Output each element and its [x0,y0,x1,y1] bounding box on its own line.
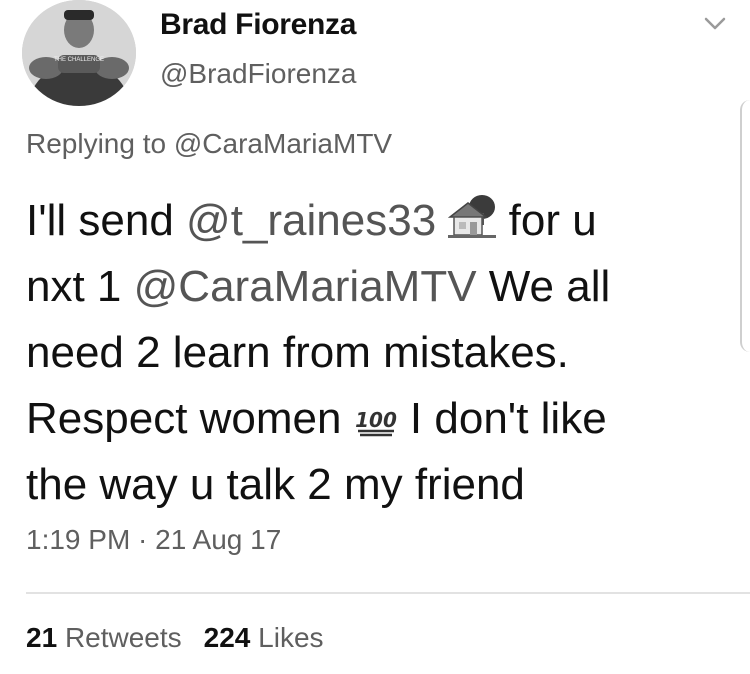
likes-stat[interactable]: 224 Likes [204,622,324,653]
house-with-garden-icon [448,195,497,238]
chevron-down-icon[interactable] [700,12,730,36]
mention-link[interactable]: @t_raines33 [186,196,436,245]
replying-to-label: Replying to [26,128,167,159]
tweet-timestamp[interactable]: 1:19 PM · 21 Aug 17 [26,524,281,556]
avatar-shirt-text: THE CHALLENGE [54,57,104,63]
tweet-line-2: nxt 1 @CaraMariaMTV We all [26,254,726,320]
scroll-edge [740,100,750,352]
mention-link[interactable]: @CaraMariaMTV [134,262,477,311]
reply-mention-link[interactable]: @CaraMariaMTV [174,128,392,159]
tweet-text-segment: for u [496,196,597,245]
likes-count: 224 [203,622,251,653]
hundred-points-icon: 100 [355,408,397,437]
divider [26,592,750,594]
user-handle[interactable]: @BradFiorenza [160,58,357,90]
avatar-photo: THE CHALLENGE [22,0,136,106]
retweets-label: Retweets [64,622,182,653]
display-name[interactable]: Brad Fiorenza [160,8,356,42]
tweet-text-segment: I don't like [397,394,607,443]
retweets-stat[interactable]: 21 Retweets [26,622,182,653]
tweet-text-segment: nxt 1 [26,262,134,311]
tweet-line-5: the way u talk 2 my friend [26,460,525,509]
tweet-text-segment: I'll send [26,196,187,245]
tweet-line-4: Respect women 100 I don't like [26,386,726,452]
avatar[interactable]: THE CHALLENGE [22,0,136,106]
tweet-text: I'll send @t_raines33 for u nxt 1 @CaraM… [26,188,726,518]
hundred-points-text: 100 [355,408,397,432]
retweets-count: 21 [26,622,58,653]
likes-label: Likes [258,622,324,653]
replying-to: Replying to @CaraMariaMTV [26,128,392,160]
engagement-stats: 21 Retweets 224 Likes [26,622,324,654]
tweet-line-1: I'll send @t_raines33 for u [26,188,726,254]
tweet-text-segment: We all [476,262,611,311]
tweet-text-segment: Respect women [26,394,354,443]
tweet-line-3: need 2 learn from mistakes. [26,328,569,377]
